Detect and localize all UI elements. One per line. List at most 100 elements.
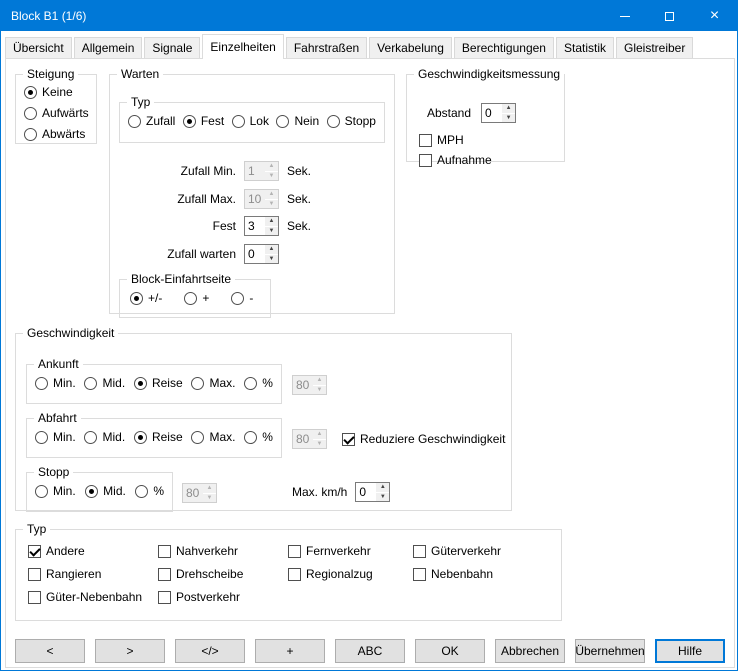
spinner-value[interactable]: 3 xyxy=(245,217,265,235)
maximize-button[interactable] xyxy=(647,1,692,31)
close-button[interactable]: × xyxy=(692,1,737,31)
tab-berechtigungen[interactable]: Berechtigungen xyxy=(454,37,554,58)
spinner-up-icon[interactable]: ▲ xyxy=(502,104,515,114)
spinner-arrows: ▲ ▼ xyxy=(265,245,278,263)
radio-warten-stopp[interactable]: Stopp xyxy=(327,114,376,128)
radio-abfahrt-min[interactable]: Min. xyxy=(35,430,76,444)
spinner-value: 80 xyxy=(293,430,313,448)
tab-uebersicht[interactable]: Übersicht xyxy=(5,37,72,58)
radio-stopp-min[interactable]: Min. xyxy=(35,484,76,498)
unit-label: Sek. xyxy=(287,219,311,233)
spinner-value: 80 xyxy=(293,376,313,394)
aufnahme-checkbox[interactable]: Aufnahme xyxy=(419,153,492,167)
radio-steigung-abwaerts[interactable]: Abwärts xyxy=(24,127,96,141)
radio-abfahrt-prozent[interactable]: % xyxy=(244,430,273,444)
add-button[interactable]: + xyxy=(255,639,325,663)
zufall-warten-row: Zufall warten 0 ▲ ▼ xyxy=(110,243,279,265)
checkbox-drehscheibe[interactable]: Drehscheibe xyxy=(158,567,288,581)
checkbox-postverkehr[interactable]: Postverkehr xyxy=(158,590,288,604)
spinner-value[interactable]: 0 xyxy=(245,245,265,263)
radio-icon xyxy=(327,115,340,128)
radio-stopp-prozent[interactable]: % xyxy=(135,484,164,498)
spinner-down-icon[interactable]: ▼ xyxy=(376,493,389,502)
checkbox-fernverkehr[interactable]: Fernverkehr xyxy=(288,544,413,558)
spinner-up-icon[interactable]: ▲ xyxy=(265,245,278,255)
ok-button[interactable]: OK xyxy=(415,639,485,663)
spinner-down-icon[interactable]: ▼ xyxy=(265,227,278,236)
radio-steigung-keine[interactable]: Keine xyxy=(24,85,96,99)
checkbox-gueterverkehr[interactable]: Güterverkehr xyxy=(413,544,561,558)
radio-ankunft-max[interactable]: Max. xyxy=(191,376,235,390)
help-button[interactable]: Hilfe xyxy=(655,639,725,663)
radio-label: Reise xyxy=(152,376,183,390)
radio-label: Aufwärts xyxy=(42,106,89,120)
spinner-up-icon[interactable]: ▲ xyxy=(265,217,278,227)
fest-spinner[interactable]: 3 ▲ ▼ xyxy=(244,216,279,236)
apply-button[interactable]: Übernehmen xyxy=(575,639,645,663)
zufall-max-row: Zufall Max. 10 ▲ ▼ Sek. xyxy=(110,188,311,210)
radio-label: Max. xyxy=(209,430,235,444)
tab-fahrstrassen[interactable]: Fahrstraßen xyxy=(286,37,367,58)
radio-einfahrt-minus[interactable]: - xyxy=(231,291,253,305)
checkbox-nebenbahn[interactable]: Nebenbahn xyxy=(413,567,561,581)
maximize-icon xyxy=(665,12,674,21)
radio-icon xyxy=(232,115,245,128)
tab-verkabelung[interactable]: Verkabelung xyxy=(369,37,452,58)
max-kmh-spinner[interactable]: 0 ▲ ▼ xyxy=(355,482,390,502)
radio-abfahrt-max[interactable]: Max. xyxy=(191,430,235,444)
tab-statistik[interactable]: Statistik xyxy=(556,37,614,58)
max-kmh-label: Max. km/h xyxy=(292,485,347,499)
spinner-down-icon[interactable]: ▼ xyxy=(265,255,278,264)
radio-label: Min. xyxy=(53,430,76,444)
tab-allgemein[interactable]: Allgemein xyxy=(74,37,143,58)
geschwindigkeit-group-title: Geschwindigkeit xyxy=(23,326,118,340)
spinner-up-icon[interactable]: ▲ xyxy=(376,483,389,493)
tab-gleistreiber[interactable]: Gleistreiber xyxy=(616,37,693,58)
checkbox-rangieren[interactable]: Rangieren xyxy=(28,567,158,581)
radio-ankunft-mid[interactable]: Mid. xyxy=(84,376,125,390)
radio-stopp-mid[interactable]: Mid. xyxy=(85,484,126,498)
titlebar[interactable]: Block B1 (1/6) × xyxy=(1,1,737,31)
radio-steigung-aufwaerts[interactable]: Aufwärts xyxy=(24,106,96,120)
abstand-spinner[interactable]: 0 ▲ ▼ xyxy=(481,103,516,123)
spinner-value[interactable]: 0 xyxy=(356,483,376,501)
prev-button[interactable]: < xyxy=(15,639,85,663)
checkbox-gueter-nebenbahn[interactable]: Güter-Nebenbahn xyxy=(28,590,158,604)
checkbox-nahverkehr[interactable]: Nahverkehr xyxy=(158,544,288,558)
minimize-button[interactable] xyxy=(602,1,647,31)
tab-strip: Übersicht Allgemein Signale Einzelheiten… xyxy=(5,34,695,58)
abc-button[interactable]: ABC xyxy=(335,639,405,663)
abstand-row: Abstand 0 ▲ ▼ xyxy=(427,103,516,123)
spinner-value: 10 xyxy=(245,190,265,208)
radio-warten-zufall[interactable]: Zufall xyxy=(128,114,175,128)
radio-ankunft-reise[interactable]: Reise xyxy=(134,376,183,390)
zufall-min-spinner: 1 ▲ ▼ xyxy=(244,161,279,181)
radio-einfahrt-plus[interactable]: + xyxy=(184,291,209,305)
next-button[interactable]: > xyxy=(95,639,165,663)
tab-einzelheiten[interactable]: Einzelheiten xyxy=(202,34,283,59)
radio-label: Fest xyxy=(201,114,224,128)
radio-abfahrt-mid[interactable]: Mid. xyxy=(84,430,125,444)
radio-warten-lok[interactable]: Lok xyxy=(232,114,269,128)
spinner-down-icon[interactable]: ▼ xyxy=(502,114,515,123)
tab-signale[interactable]: Signale xyxy=(144,37,200,58)
spinner-arrows: ▲ ▼ xyxy=(265,162,278,180)
radio-ankunft-min[interactable]: Min. xyxy=(35,376,76,390)
cancel-button[interactable]: Abbrechen xyxy=(495,639,565,663)
radio-icon xyxy=(184,292,197,305)
zufall-warten-label: Zufall warten xyxy=(110,247,236,261)
checkbox-andere[interactable]: Andere xyxy=(28,544,158,558)
radio-ankunft-prozent[interactable]: % xyxy=(244,376,273,390)
radio-abfahrt-reise[interactable]: Reise xyxy=(134,430,183,444)
radio-einfahrt-plusminus[interactable]: +/- xyxy=(130,291,162,305)
zufall-warten-spinner[interactable]: 0 ▲ ▼ xyxy=(244,244,279,264)
reduziere-geschwindigkeit-checkbox[interactable]: Reduziere Geschwindigkeit xyxy=(342,432,505,446)
radio-warten-nein[interactable]: Nein xyxy=(276,114,319,128)
mph-checkbox[interactable]: MPH xyxy=(419,133,464,147)
spinner-value[interactable]: 0 xyxy=(482,104,502,122)
spinner-down-icon: ▼ xyxy=(313,440,326,449)
code-button[interactable]: </> xyxy=(175,639,245,663)
checkbox-regionalzug[interactable]: Regionalzug xyxy=(288,567,413,581)
zufall-min-label: Zufall Min. xyxy=(110,164,236,178)
radio-warten-fest[interactable]: Fest xyxy=(183,114,224,128)
